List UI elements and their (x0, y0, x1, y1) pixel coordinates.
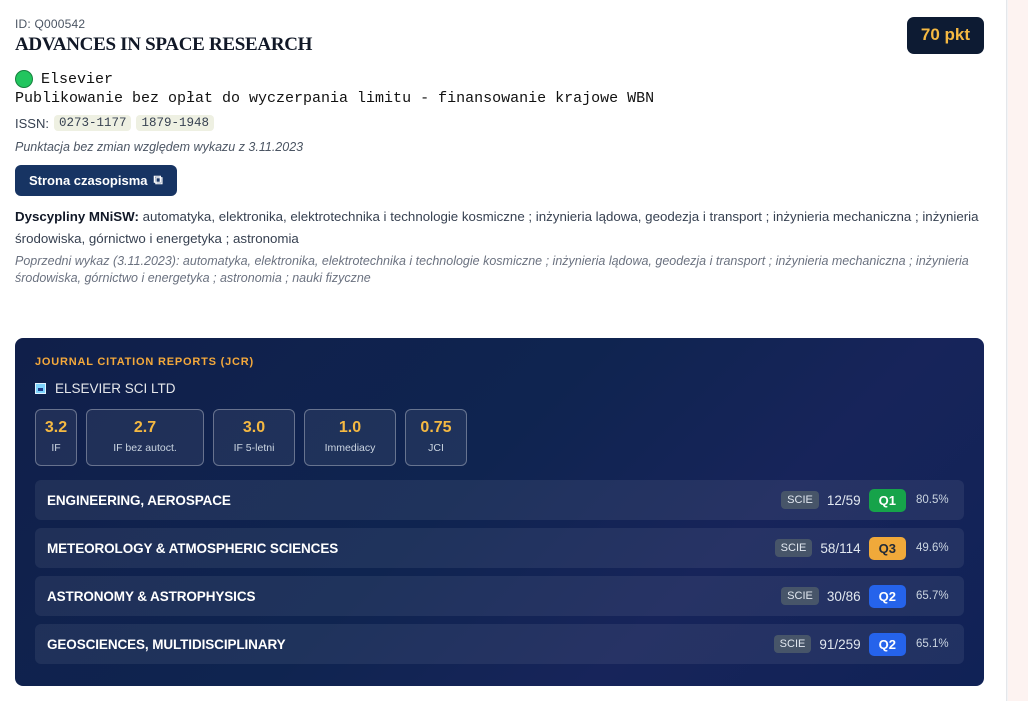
metrics-row: 3.2 IF 2.7 IF bez autoct. 3.0 IF 5-letni… (35, 409, 964, 466)
metric-if: 3.2 IF (35, 409, 77, 466)
status-dot-icon (15, 70, 33, 88)
disciplines: Dyscypliny MNiSW: automatyka, elektronik… (15, 206, 984, 250)
quartile-badge: Q1 (868, 488, 906, 512)
points-badge: 70 pkt (906, 17, 984, 54)
metric-label: IF bez autoct. (113, 442, 177, 454)
issn-label: ISSN: (15, 115, 49, 131)
category-rank: 58/114 (820, 540, 861, 556)
external-link-icon: ⧉ (153, 172, 163, 187)
jcr-publisher: ELSEVIER SCI LTD (55, 381, 176, 396)
issn-electronic: 1879-1948 (136, 115, 214, 131)
category-row: ENGINEERING, AEROSPACE SCIE 12/59 Q1 80.… (35, 480, 964, 520)
category-percentile: 80.5% (916, 494, 949, 506)
category-percentile: 49.6% (916, 542, 949, 554)
journal-id: ID: Q000542 (15, 17, 86, 31)
category-name: METEOROLOGY & ATMOSPHERIC SCIENCES (47, 540, 339, 556)
category-rank: 30/86 (826, 588, 861, 604)
journal-site-label: Strona czasopisma (29, 172, 148, 188)
category-percentile: 65.7% (916, 590, 949, 602)
publisher-row: Elsevier (15, 70, 984, 88)
category-name: ENGINEERING, AEROSPACE (47, 492, 231, 508)
index-badge: SCIE (773, 635, 812, 653)
metric-jci: 0.75 JCI (405, 409, 467, 466)
issn-row: ISSN: 0273-1177 1879-1948 (15, 115, 984, 131)
category-name: ASTRONOMY & ASTROPHYSICS (47, 588, 256, 604)
jcr-panel: JOURNAL CITATION REPORTS (JCR) ELSEVIER … (15, 338, 984, 686)
jcr-title: JOURNAL CITATION REPORTS (JCR) (35, 356, 254, 368)
index-badge: SCIE (774, 539, 813, 557)
quartile-badge: Q3 (868, 536, 906, 560)
metric-if-5y: 3.0 IF 5-letni (213, 409, 295, 466)
metric-value: 0.75 (420, 419, 452, 436)
rail-divider (1007, 0, 1008, 701)
category-rank: 12/59 (826, 492, 861, 508)
metric-if-no-self: 2.7 IF bez autoct. (86, 409, 204, 466)
metric-label: IF (51, 442, 61, 454)
metric-value: 3.2 (44, 419, 68, 436)
journal-site-button[interactable]: Strona czasopisma ⧉ (15, 165, 177, 196)
category-percentile: 65.1% (916, 638, 949, 650)
metric-label: JCI (428, 442, 444, 454)
index-badge: SCIE (781, 587, 819, 605)
quartile-badge: Q2 (868, 584, 906, 608)
issn-print: 0273-1177 (53, 115, 132, 131)
metric-label: IF 5-letni (233, 442, 275, 454)
building-icon (35, 383, 46, 394)
metric-value: 2.7 (133, 419, 157, 436)
publisher-name: Elsevier (41, 70, 114, 88)
metric-immediacy: 1.0 Immediacy (304, 409, 396, 466)
category-list: ENGINEERING, AEROSPACE SCIE 12/59 Q1 80.… (35, 480, 964, 664)
index-badge: SCIE (781, 491, 819, 509)
journal-title: ADVANCES IN SPACE RESEARCH (15, 34, 313, 55)
points-change-note: Punktacja bez zmian względem wykazu z 3.… (15, 140, 304, 154)
quartile-badge: Q2 (868, 632, 906, 656)
open-access-note: Publikowanie bez opłat do wyczerpania li… (15, 90, 655, 107)
right-scroll-rail[interactable] (1006, 0, 1028, 701)
category-row: METEOROLOGY & ATMOSPHERIC SCIENCES SCIE … (35, 528, 964, 568)
metric-label: Immediacy (324, 442, 376, 454)
category-row: ASTRONOMY & ASTROPHYSICS SCIE 30/86 Q2 6… (35, 576, 964, 616)
metric-value: 3.0 (242, 419, 266, 436)
category-row: GEOSCIENCES, MULTIDISCIPLINARY SCIE 91/2… (35, 624, 964, 664)
journal-heading: ID: Q000542 ADVANCES IN SPACE RESEARCH (15, 15, 312, 56)
metric-value: 1.0 (338, 419, 362, 436)
previous-disciplines: Poprzedni wykaz (3.11.2023): automatyka,… (15, 254, 969, 285)
journal-header: ID: Q000542 ADVANCES IN SPACE RESEARCH 7… (15, 15, 984, 56)
disciplines-list: automatyka, elektronika, elektrotechnika… (15, 209, 979, 246)
category-name: GEOSCIENCES, MULTIDISCIPLINARY (47, 636, 286, 652)
category-rank: 91/259 (819, 636, 861, 652)
disciplines-label: Dyscypliny MNiSW: (15, 209, 139, 224)
jcr-publisher-row: ELSEVIER SCI LTD (35, 381, 964, 396)
